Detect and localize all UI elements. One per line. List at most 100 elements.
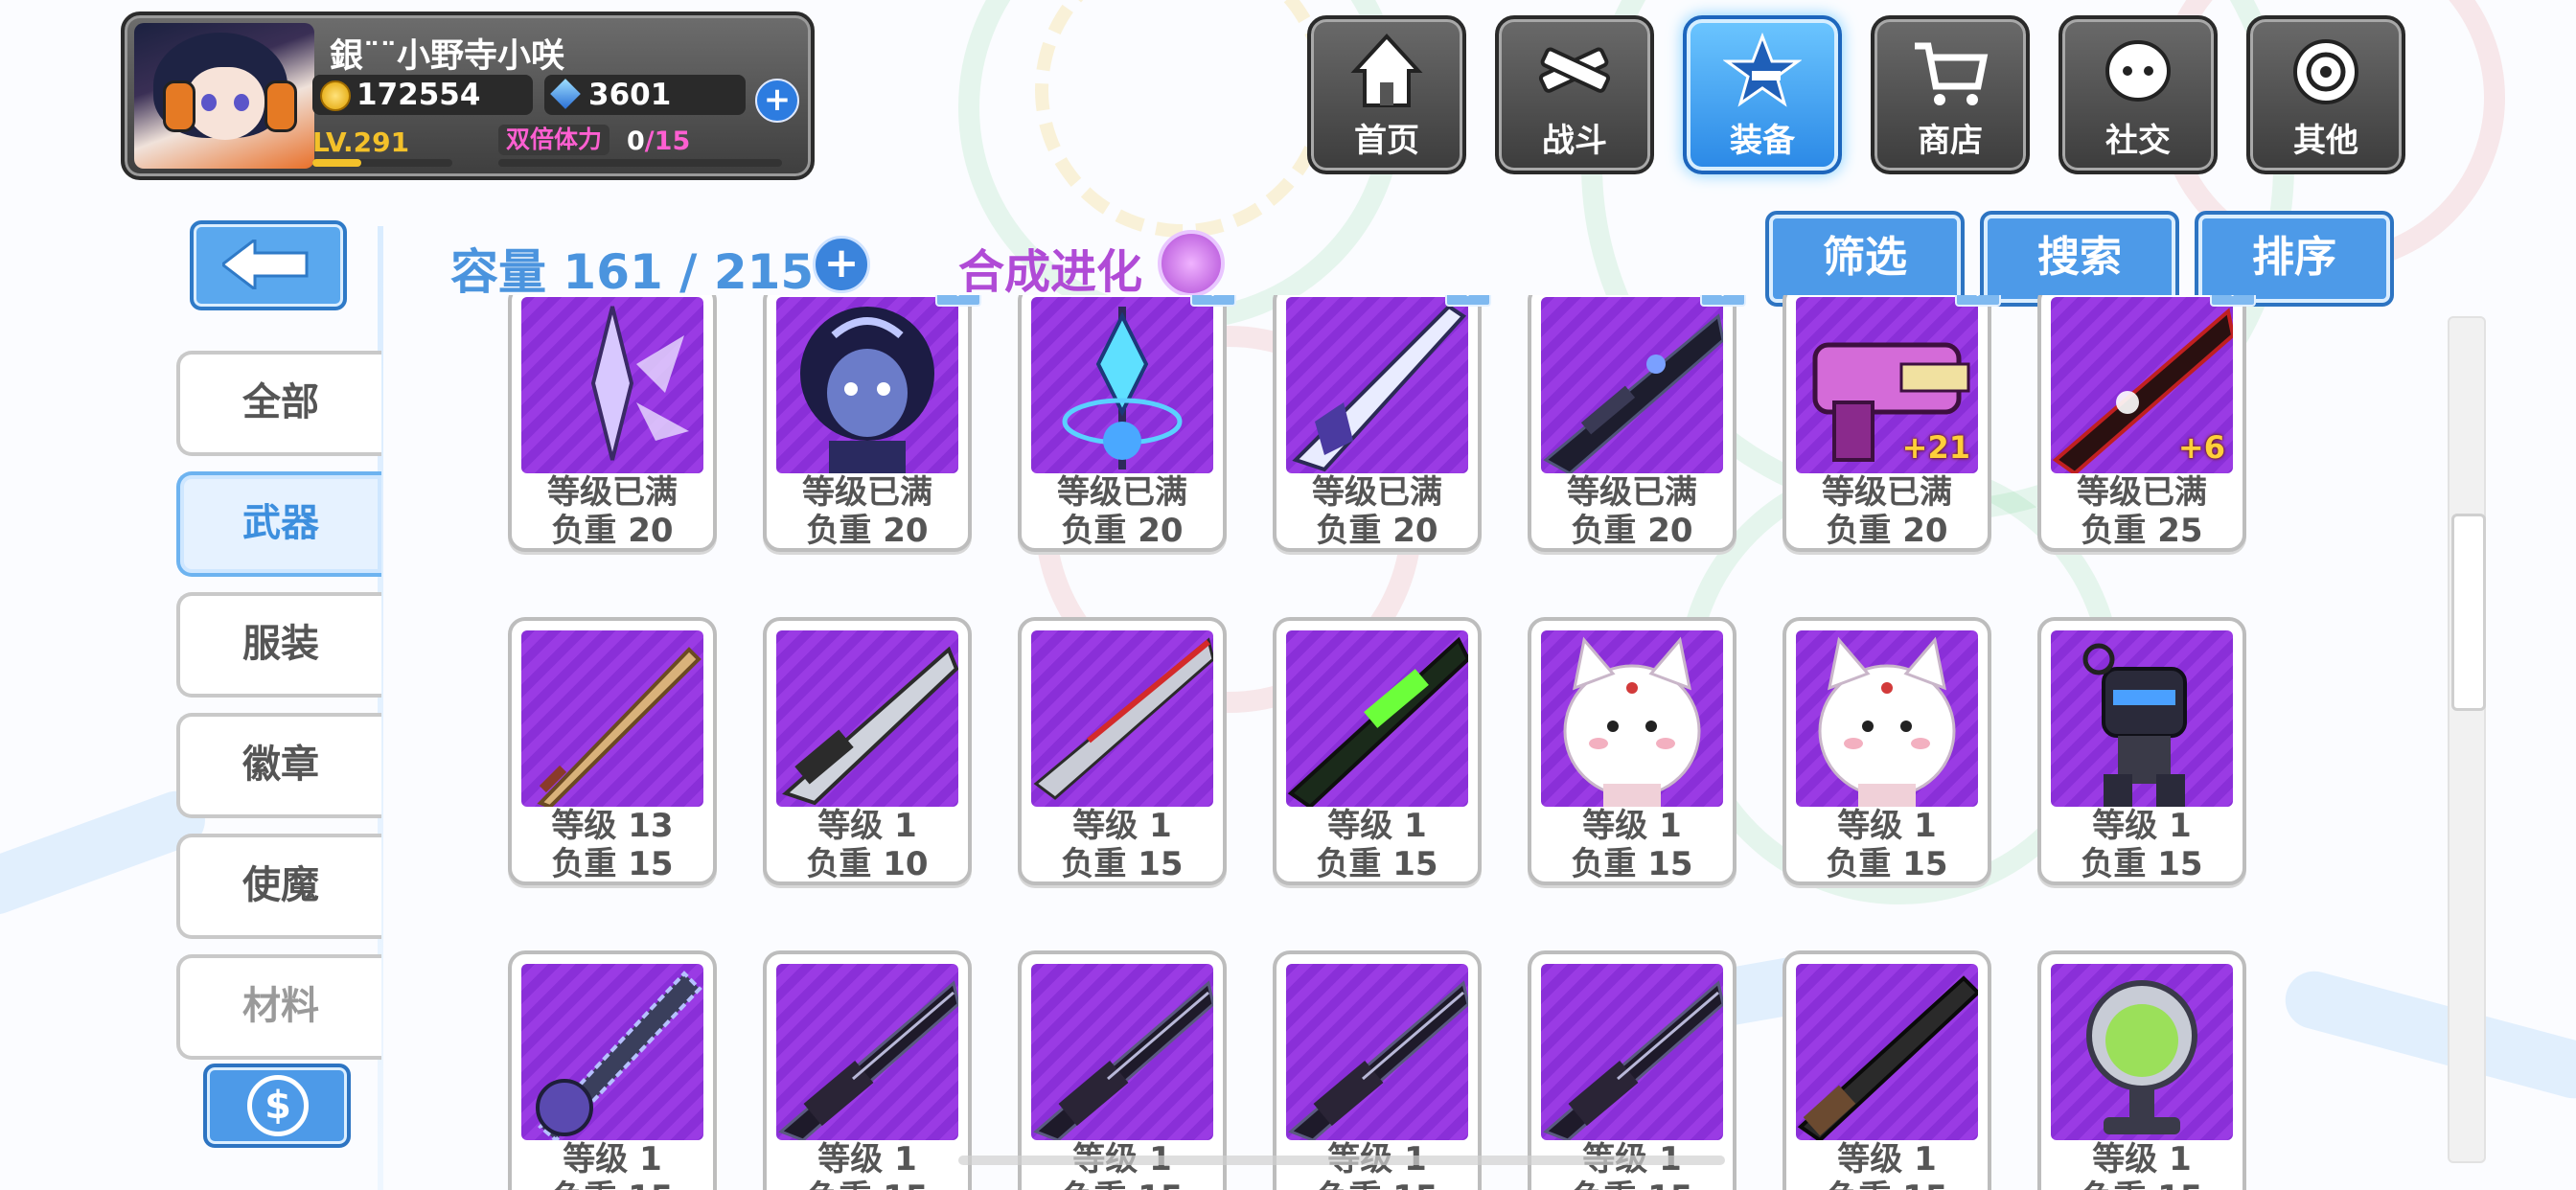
red-rifle-icon: +6	[2051, 297, 2233, 473]
expand-capacity-button[interactable]: +	[813, 236, 870, 293]
scrollbar-track[interactable]	[2448, 316, 2486, 1163]
nav-label: 战斗	[1542, 122, 1607, 160]
item-card[interactable]: 等级 1负重 15	[1273, 950, 1482, 1190]
item-weight: 负重 15	[1276, 1171, 1478, 1190]
enhance-badge: +6	[2177, 429, 2225, 466]
item-card[interactable]: +6?等级已满负重 25	[2037, 295, 2256, 552]
nav-social[interactable]: 社交	[2058, 15, 2218, 174]
evolve-icon[interactable]	[1158, 230, 1225, 297]
player-level: LV.291	[312, 126, 410, 158]
enhance-badge: +21	[1901, 429, 1970, 466]
tab-4[interactable]: 使魔	[176, 834, 381, 939]
info-tag-icon[interactable]: ?	[935, 295, 981, 307]
item-card[interactable]: ?等级已满负重 20	[763, 295, 981, 552]
tab-0[interactable]: 全部	[176, 351, 381, 456]
info-tag-icon[interactable]: ?	[2210, 295, 2256, 307]
item-weight: 负重 25	[2081, 512, 2203, 550]
globe-device-icon	[2051, 964, 2233, 1140]
pink-blaster-icon: +21	[1796, 297, 1978, 473]
item-weight: 负重 20	[1061, 512, 1184, 550]
item-card[interactable]: 等级 1负重 15	[763, 950, 972, 1190]
dark-rifle-icon	[776, 964, 958, 1140]
other-icon	[2287, 33, 2365, 111]
item-weight: 负重 15	[767, 1171, 968, 1190]
back-button[interactable]	[190, 220, 347, 310]
info-tag-icon[interactable]: ?	[1445, 295, 1491, 307]
nav-shop-cart[interactable]: 商店	[1871, 15, 2030, 174]
wooden-sword-icon	[521, 630, 703, 807]
item-card[interactable]: +21?等级已满负重 20	[1782, 295, 2001, 552]
item-weight: 负重 10	[806, 845, 929, 883]
dark-rifle-icon	[1541, 964, 1723, 1140]
item-card[interactable]: ?等级已满负重 20	[1273, 295, 1491, 552]
info-tag-icon[interactable]: ?	[1700, 295, 1746, 307]
stamina-value: 0/15	[627, 126, 691, 156]
item-card[interactable]: 等级 1负重 15	[1018, 950, 1227, 1190]
battle-icon	[1535, 33, 1614, 111]
tab-1[interactable]: 武器	[176, 471, 381, 577]
horizontal-scroll-indicator	[958, 1156, 1725, 1165]
item-card[interactable]: ?等级已满负重 20	[1528, 295, 1746, 552]
item-card[interactable]: 等级 13 负重 15	[508, 617, 717, 885]
nav-label: 其他	[2293, 122, 2358, 160]
player-avatar[interactable]	[134, 23, 314, 169]
item-card[interactable]: 等级 1负重 15	[1782, 950, 1991, 1190]
gold-amount: 172554	[356, 78, 481, 112]
item-card[interactable]: 等级 1负重 15	[1528, 950, 1736, 1190]
item-weight: 负重 20	[1826, 512, 1948, 550]
item-weight: 负重 15	[1571, 845, 1693, 883]
search-button[interactable]: 搜索	[1980, 211, 2179, 307]
item-card[interactable]: 等级 1负重 15	[2037, 617, 2246, 885]
item-card[interactable]: 等级 1负重 15	[1528, 617, 1736, 885]
item-weight: 负重 15	[512, 1171, 713, 1190]
item-weight: 负重 15	[1061, 845, 1184, 883]
stamina-label: 双倍体力	[498, 125, 610, 155]
item-card[interactable]: 等级已满 负重 20	[508, 295, 717, 552]
item-card[interactable]: 等级 1 负重 10	[763, 617, 972, 885]
level-progress-bar	[312, 159, 452, 167]
item-weight: 负重 15	[2041, 1171, 2242, 1190]
filter-button[interactable]: 筛选	[1765, 211, 1965, 307]
dollar-icon: $	[247, 1075, 309, 1136]
white-cat-icon	[1796, 630, 1978, 807]
item-card[interactable]: 等级 1负重 15	[1273, 617, 1482, 885]
scrollbar-thumb[interactable]	[2451, 514, 2486, 711]
green-launcher-icon	[1286, 630, 1468, 807]
nav-equipment[interactable]: 装备	[1683, 15, 1842, 174]
gold-coin-icon	[320, 80, 351, 111]
white-cat-icon	[1541, 630, 1723, 807]
item-card[interactable]: 等级 1负重 15	[1782, 617, 1991, 885]
item-weight: 负重 15	[1786, 1171, 1988, 1190]
item-card[interactable]: 等级 1负重 15	[508, 950, 717, 1190]
currency-button[interactable]: $	[203, 1064, 351, 1148]
black-rifle-icon	[1541, 297, 1723, 473]
item-card[interactable]: ?等级已满负重 20	[1018, 295, 1236, 552]
info-tag-icon[interactable]: ?	[1190, 295, 1236, 307]
dark-rifle-icon	[1031, 964, 1213, 1140]
item-weight: 负重 15	[1022, 1171, 1223, 1190]
tab-3[interactable]: 徽章	[176, 713, 381, 818]
back-arrow-icon	[222, 240, 309, 289]
sort-button[interactable]: 排序	[2195, 211, 2394, 307]
inventory-grid: 等级已满负重 20?等级已满负重 20?等级已满负重 20?等级已满负重 20?…	[479, 295, 2300, 1190]
tab-5[interactable]: 材料	[176, 954, 381, 1060]
nav-other[interactable]: 其他	[2246, 15, 2405, 174]
tab-2[interactable]: 服装	[176, 592, 381, 698]
item-card[interactable]: 等级 1负重 15	[2037, 950, 2246, 1190]
shotgun-icon	[1796, 964, 1978, 1140]
item-weight: 负重 20	[806, 512, 929, 550]
evolve-label[interactable]: 合成进化	[958, 234, 1142, 301]
gem-counter: 3601	[544, 75, 746, 115]
chainsaw-icon	[521, 964, 703, 1140]
item-card[interactable]: 等级 1负重 15	[1018, 617, 1227, 885]
player-profile-card[interactable]: 銀¨¨小野寺小咲 172554 3601 + LV.291 双倍体力 0/15	[121, 11, 815, 180]
gem-amount: 3601	[588, 78, 672, 112]
dark-maiden-icon	[776, 297, 958, 473]
nav-home[interactable]: 首页	[1307, 15, 1466, 174]
player-name: 銀¨¨小野寺小咲	[330, 37, 565, 76]
nav-battle[interactable]: 战斗	[1495, 15, 1654, 174]
item-weight: 负重 15	[1531, 1171, 1733, 1190]
stamina-bar	[498, 159, 782, 167]
info-tag-icon[interactable]: ?	[1955, 295, 2001, 307]
add-currency-button[interactable]: +	[755, 79, 799, 123]
